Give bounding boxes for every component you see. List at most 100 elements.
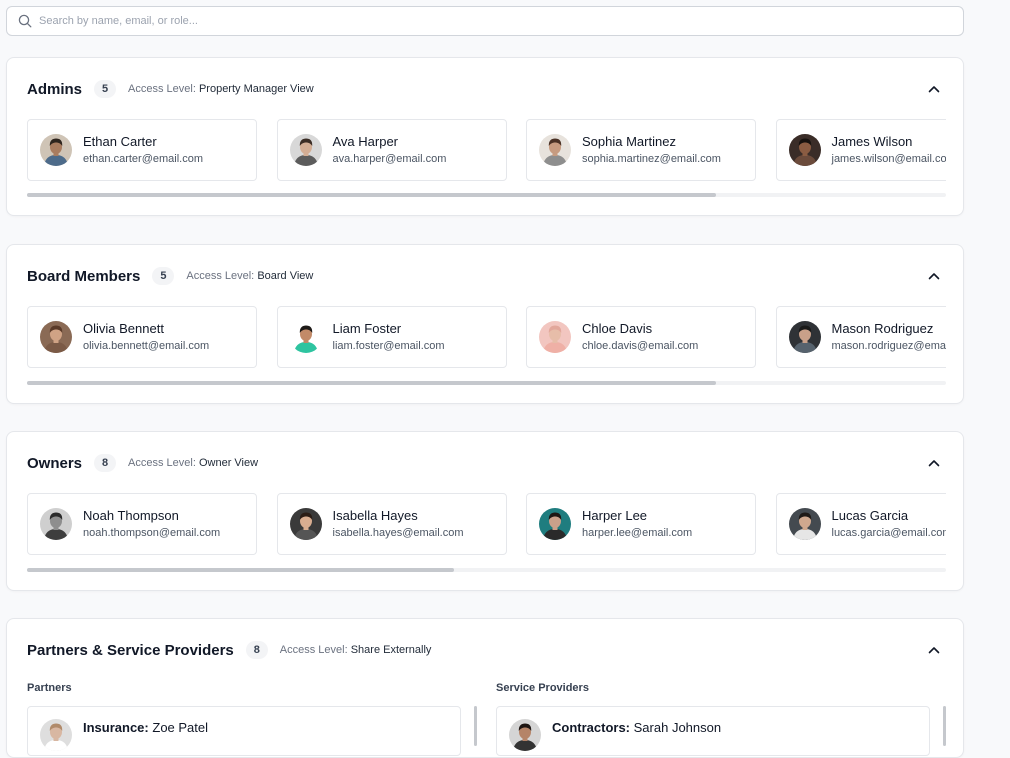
member-name: James Wilson — [831, 134, 913, 149]
collapse-chevron-up-icon[interactable] — [925, 80, 943, 98]
section-partners-service-providers: Partners & Service Providers 8 Access Le… — [6, 618, 964, 758]
member-name: Isabella Hayes — [332, 508, 418, 523]
member-card[interactable]: Chloe Davis chloe.davis@email.com — [526, 306, 756, 368]
access-level: Access Level: Property Manager View — [128, 83, 314, 95]
horizontal-scrollbar[interactable] — [27, 568, 946, 572]
member-card[interactable]: Mason Rodriguez mason.rodriguez@email.com — [775, 306, 947, 368]
member-card[interactable]: Harper Lee harper.lee@email.com — [526, 493, 756, 555]
member-email: ava.harper@email.com — [332, 153, 447, 165]
search-bar[interactable] — [6, 6, 964, 36]
member-email: sophia.martinez@email.com — [582, 153, 721, 165]
photo-man-blue-shirt-icon — [40, 134, 72, 166]
member-name: Harper Lee — [582, 508, 648, 523]
partner-name: Insurance: Zoe Patel — [83, 720, 209, 735]
section-title: Partners & Service Providers — [27, 641, 234, 659]
photo-woman-glasses-icon — [289, 134, 322, 166]
member-email: noah.thompson@email.com — [83, 527, 221, 539]
member-card[interactable]: Olivia Bennett olivia.bennett@email.com — [27, 306, 257, 368]
member-email: liam.foster@email.com — [332, 340, 445, 352]
avatar — [289, 508, 322, 540]
search-input[interactable] — [39, 7, 939, 35]
member-count-badge: 5 — [94, 80, 117, 98]
collapse-chevron-up-icon[interactable] — [925, 267, 943, 285]
photo-woman-curly-hair-icon — [539, 134, 571, 166]
avatar — [788, 321, 821, 353]
partners-label: Partners — [27, 682, 72, 694]
access-level-value: Property Manager View — [198, 83, 314, 95]
access-level: Access Level: Share Externally — [280, 644, 432, 656]
horizontal-scrollbar[interactable] — [27, 193, 946, 197]
member-email: james.wilson@email.com — [831, 153, 947, 165]
avatar — [788, 134, 821, 166]
member-email: harper.lee@email.com — [582, 527, 693, 539]
avatar — [40, 321, 72, 353]
member-name: Olivia Bennett — [83, 321, 164, 336]
member-card[interactable]: James Wilson james.wilson@email.com — [775, 119, 947, 181]
member-card[interactable]: Noah Thompson noah.thompson@email.com — [27, 493, 257, 555]
member-card[interactable]: Lucas Garcia lucas.garcia@email.com — [775, 493, 947, 555]
avatar — [788, 508, 821, 540]
scrollbar-thumb[interactable] — [27, 193, 717, 197]
member-email: chloe.davis@email.com — [582, 340, 699, 352]
member-card[interactable]: Ava Harper ava.harper@email.com — [276, 119, 507, 181]
access-level-label: Access Level: — [128, 457, 196, 469]
member-card[interactable]: Ethan Carter ethan.carter@email.com — [27, 119, 257, 181]
access-level: Access Level: Board View — [186, 270, 313, 282]
collapse-chevron-up-icon[interactable] — [925, 641, 943, 659]
avatar — [539, 508, 571, 540]
member-name: Noah Thompson — [83, 508, 179, 523]
member-email: mason.rodriguez@email.com — [831, 340, 947, 352]
avatar — [289, 134, 322, 166]
scrollbar-thumb[interactable] — [27, 568, 455, 572]
photo-woman-dark-hair-icon — [509, 719, 541, 751]
photo-woman-long-hair-icon — [289, 508, 322, 540]
photo-man-dark-icon — [788, 134, 821, 166]
avatar — [289, 321, 322, 353]
photo-woman-pink-icon — [539, 321, 571, 353]
avatar — [40, 508, 72, 540]
section-board-members: Board Members 5 Access Level: Board View… — [6, 244, 964, 404]
member-email: olivia.bennett@email.com — [83, 340, 210, 352]
access-level-label: Access Level: — [186, 270, 255, 282]
access-level-label: Access Level: — [128, 83, 196, 95]
member-name: Ava Harper — [332, 134, 399, 149]
section-admins: Admins 5 Access Level: Property Manager … — [6, 57, 964, 216]
access-level-label: Access Level: — [279, 644, 348, 656]
avatar — [40, 134, 72, 166]
member-name: Ethan Carter — [83, 134, 157, 149]
photo-man-bw-icon — [40, 508, 72, 540]
section-header: Admins 5 Access Level: Property Manager … — [27, 78, 943, 100]
member-count-badge: 8 — [94, 454, 117, 472]
section-header: Board Members 5 Access Level: Board View — [27, 265, 943, 287]
providers-vertical-scrollbar[interactable] — [943, 706, 946, 746]
member-card-list: Olivia Bennett olivia.bennett@email.com Li… — [27, 306, 946, 369]
service-providers-label: Service Providers — [496, 682, 589, 694]
collapse-chevron-up-icon[interactable] — [925, 454, 943, 472]
service-provider-card[interactable]: Contractors: Sarah Johnson — [496, 706, 930, 756]
member-card[interactable]: Liam Foster liam.foster@email.com — [276, 306, 507, 368]
section-header: Partners & Service Providers 8 Access Le… — [27, 639, 943, 661]
section-title: Owners — [27, 454, 83, 472]
photo-woman-light-icon — [40, 719, 72, 751]
member-card-list: Ethan Carter ethan.carter@email.com Ava Ha… — [27, 119, 946, 182]
member-name: Lucas Garcia — [831, 508, 909, 523]
access-level-value: Board View — [257, 270, 314, 282]
member-email: isabella.hayes@email.com — [332, 527, 464, 539]
avatar — [40, 719, 72, 751]
member-email: lucas.garcia@email.com — [831, 527, 947, 539]
partner-card[interactable]: Insurance: Zoe Patel — [27, 706, 461, 756]
partners-vertical-scrollbar[interactable] — [474, 706, 477, 746]
member-count-badge: 8 — [245, 641, 268, 659]
member-name: Mason Rodriguez — [831, 321, 934, 336]
scrollbar-thumb[interactable] — [27, 381, 717, 385]
section-title: Board Members — [27, 267, 141, 285]
member-card[interactable]: Sophia Martinez sophia.martinez@email.com — [526, 119, 756, 181]
member-name: Sophia Martinez — [582, 134, 676, 149]
member-card[interactable]: Isabella Hayes isabella.hayes@email.com — [276, 493, 507, 555]
section-title: Admins — [27, 80, 83, 98]
horizontal-scrollbar[interactable] — [27, 381, 946, 385]
avatar — [539, 134, 571, 166]
photo-woman-teal-icon — [539, 508, 571, 540]
photo-woman-brown-hair-icon — [40, 321, 72, 353]
service-provider-name: Contractors: Sarah Johnson — [552, 720, 722, 735]
